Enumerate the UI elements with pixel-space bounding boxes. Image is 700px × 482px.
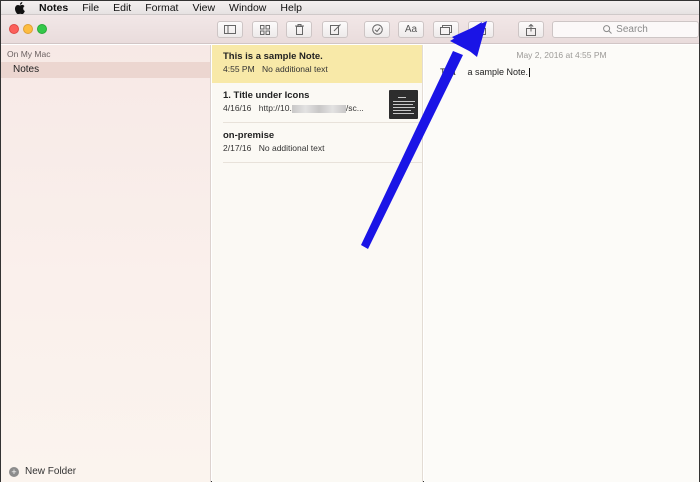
new-folder-label: New Folder: [25, 466, 77, 477]
menu-file[interactable]: File: [82, 1, 99, 15]
format-button[interactable]: Aa: [398, 21, 424, 38]
list-divider: [223, 122, 422, 123]
note-date-header: May 2, 2016 at 4:55 PM: [516, 50, 607, 60]
folders-sidebar: On My Mac Notes + New Folder: [1, 45, 211, 482]
compose-icon: [329, 24, 341, 35]
delete-button[interactable]: [286, 21, 312, 38]
checklist-button[interactable]: [364, 21, 390, 38]
lock-icon: [476, 24, 486, 35]
trash-icon: [294, 24, 304, 35]
window-toolbar: Aa Search: [1, 15, 699, 44]
list-item[interactable]: This is a sample Note. 4:55 PM No additi…: [212, 45, 422, 83]
share-button[interactable]: [518, 21, 544, 38]
list-item[interactable]: on-premise 2/17/16 No additional text: [212, 124, 422, 162]
note-thumbnail-image: [389, 90, 418, 119]
attachments-icon: [440, 24, 452, 35]
note-date: 4/16/16: [223, 103, 252, 113]
note-preview: No additional text: [262, 64, 328, 74]
menu-edit[interactable]: Edit: [113, 1, 131, 15]
plus-icon: +: [9, 466, 19, 477]
minimize-window-button[interactable]: [23, 24, 33, 34]
sidebar-icon: [224, 25, 236, 34]
note-title: This is a sample Note.: [223, 51, 323, 62]
close-window-button[interactable]: [9, 24, 19, 34]
menu-window[interactable]: Window: [229, 1, 266, 15]
note-preview-suffix: /sc...: [345, 103, 364, 113]
grid-icon: [260, 24, 270, 35]
menu-view[interactable]: View: [192, 1, 215, 15]
text-cursor: [529, 68, 531, 78]
apple-menu-icon[interactable]: [13, 1, 27, 15]
menu-app-notes[interactable]: Notes: [39, 1, 68, 15]
list-divider: [223, 162, 422, 163]
note-preview: No additional text: [258, 143, 325, 153]
gallery-view-button[interactable]: [252, 21, 278, 38]
note-preview-prefix: http://10.: [258, 103, 292, 113]
search-placeholder: Search: [616, 24, 648, 35]
note-body-end: a sample Note.: [467, 67, 529, 77]
attachments-button[interactable]: [433, 21, 459, 38]
list-item[interactable]: 1. Title under Icons 4/16/16 http://10. /…: [212, 84, 422, 122]
compose-button[interactable]: [322, 21, 348, 38]
menu-bar: Notes File Edit Format View Window Help: [1, 1, 699, 15]
note-date: 2/17/16: [223, 143, 252, 153]
text-format-icon: Aa: [404, 24, 418, 35]
checkmark-circle-icon: [371, 24, 383, 35]
search-input[interactable]: Search: [552, 21, 699, 38]
note-title: on-premise: [223, 130, 275, 141]
lock-button[interactable]: [468, 21, 494, 38]
note-body-start: Tha: [440, 67, 456, 77]
note-body[interactable]: Tha a sample Note.: [440, 67, 531, 78]
search-icon: [603, 25, 613, 34]
note-meta: 2/17/16 No additional text: [223, 143, 422, 153]
note-meta: 4:55 PM No additional text: [223, 64, 422, 74]
zoom-window-button[interactable]: [37, 24, 47, 34]
sidebar-item-notes[interactable]: Notes: [1, 62, 210, 78]
note-date: 4:55 PM: [223, 64, 255, 74]
notes-list: This is a sample Note. 4:55 PM No additi…: [212, 45, 423, 482]
note-editor[interactable]: May 2, 2016 at 4:55 PM Tha a sample Note.: [424, 45, 699, 482]
new-folder-button[interactable]: + New Folder: [9, 466, 76, 477]
blurred-url-redaction: [291, 104, 346, 113]
sidebar-toggle-button[interactable]: [217, 21, 243, 38]
menu-help[interactable]: Help: [280, 1, 302, 15]
menu-format[interactable]: Format: [145, 1, 178, 15]
share-icon: [526, 23, 536, 36]
sidebar-section-header: On My Mac: [7, 49, 51, 59]
